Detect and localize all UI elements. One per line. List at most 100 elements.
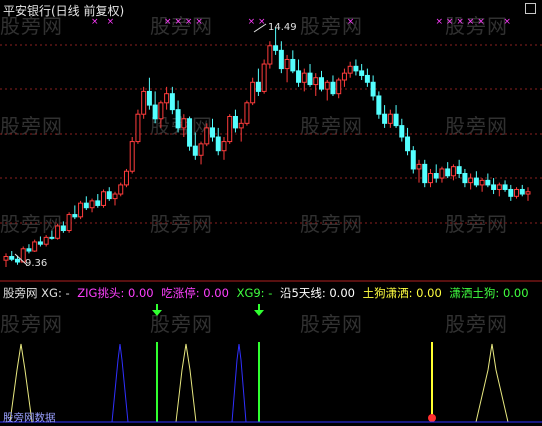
candle [456,159,462,179]
candle [318,70,324,92]
candle [267,41,273,69]
candle [118,182,124,197]
candle [376,91,382,119]
candle [169,86,175,115]
candle [43,235,49,247]
candle [238,118,244,142]
high-price-pointer [253,23,267,33]
candle [353,59,359,76]
candle [359,64,365,80]
candle [204,123,210,147]
candle [347,61,353,78]
green-signal-bars [156,342,260,422]
candle [525,187,531,201]
signal-marker-icon: × [174,17,182,27]
candle [37,236,43,247]
candle [106,187,112,201]
candle [296,59,302,87]
candle [158,100,164,128]
candle [187,116,193,151]
candle [324,80,330,101]
signal-marker-icon: × [435,17,443,27]
candle [416,159,422,183]
candle [364,68,370,87]
down-arrow-icon [152,304,162,316]
candle [479,178,485,192]
candle [66,212,72,233]
candle [244,100,250,126]
candle [433,164,439,183]
indicator-xg: 股旁网 XG: - [3,286,70,300]
indicator-values-bar: 股旁网 XG: - ZIG挑头: 0.00 吃涨停: 0.00 XG9: - 沿… [3,285,533,301]
candle [445,162,451,179]
candle [135,109,141,144]
candle [83,196,89,210]
signal-marker-icon: × [347,17,355,27]
candle [307,64,313,87]
candle [502,180,508,192]
candle [32,239,38,252]
blue-peak-lines [111,343,247,423]
signal-marker-icon: × [164,17,172,27]
candle [146,77,152,110]
candle [450,164,456,181]
candle [462,168,468,188]
candle [290,50,296,74]
candle [508,184,514,201]
maximize-icon[interactable] [525,3,536,14]
candle [89,198,95,213]
candle [175,100,181,133]
candle [301,68,307,92]
candle [278,41,284,74]
candle [152,91,158,124]
candlestick-chart[interactable]: × × × × × × × × × × × × × × × [0,0,542,282]
candle [468,173,474,190]
candle [399,118,405,142]
indicator-zig: ZIG挑头: 0.00 [77,286,154,300]
candle [473,171,479,188]
indicator-xiaosa-tugou: 潇洒土狗: 0.00 [449,286,529,300]
signal-marker-icon: × [195,17,203,27]
chart-title: 平安银行(日线 前复权) [3,4,125,18]
candle [192,132,198,160]
indicator-panel[interactable] [0,300,542,426]
down-arrow-icon [254,304,264,316]
candle [284,54,290,83]
signal-marker-icon: × [467,17,475,27]
signal-dot-icon [428,414,436,422]
candle [341,68,347,87]
signal-marker-icon: × [503,17,511,27]
candle [227,114,233,144]
candle [3,253,9,268]
candle [123,168,129,188]
indicator-limit-up: 吃涨停: 0.00 [161,286,229,300]
candle [519,184,525,197]
candle [393,105,399,128]
candle [382,105,388,128]
candle [215,127,221,156]
indicator-ma5: 沿5天线: 0.00 [280,286,355,300]
candle [181,114,187,138]
stock-chart-window: 股旁网 股旁网 股旁网 股旁网 股旁网 股旁网 股旁网 股旁网 股旁网 股旁网 … [0,0,542,426]
candle [336,77,342,99]
candle [129,137,135,174]
candle [210,118,216,142]
candle [491,178,497,195]
indicator-tugou-xiaosa: 土狗潇洒: 0.00 [362,286,442,300]
candle [164,86,170,110]
candle [95,194,101,208]
candle [330,75,336,96]
candle [496,182,502,197]
bottom-caption: 股旁网数据 [3,412,56,424]
candle [72,205,78,220]
candle [514,187,520,199]
candle [313,73,319,96]
candle [261,59,267,94]
signal-marker-icon: × [185,17,193,27]
candle [370,75,376,101]
signal-marker-icon: × [456,17,464,27]
candle [427,168,433,188]
candle [410,146,416,174]
candle [439,166,445,183]
candle [78,200,84,220]
